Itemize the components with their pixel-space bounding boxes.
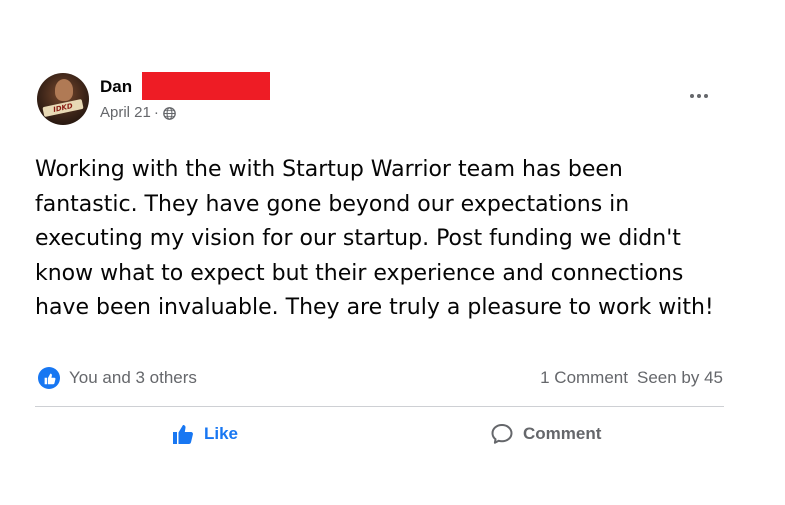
like-label: Like bbox=[204, 424, 239, 443]
avatar-figure bbox=[55, 79, 73, 101]
meta-separator: · bbox=[153, 104, 159, 121]
comment-count-link[interactable]: 1 Comment bbox=[540, 368, 628, 388]
globe-icon[interactable] bbox=[163, 106, 176, 120]
more-options-button[interactable] bbox=[686, 88, 712, 104]
more-dot-icon bbox=[690, 94, 694, 98]
divider bbox=[35, 406, 724, 407]
speech-bubble-icon bbox=[491, 424, 513, 444]
more-dot-icon bbox=[697, 94, 701, 98]
post-card: IDKD Dan April 21 · Working with the wit… bbox=[0, 0, 785, 505]
post-body: Working with the with Startup Warrior te… bbox=[35, 157, 714, 320]
post-date[interactable]: April 21 bbox=[100, 104, 151, 122]
avatar-belt-text: IDKD bbox=[52, 102, 74, 114]
reactions-summary[interactable]: You and 3 others bbox=[38, 367, 197, 389]
more-dot-icon bbox=[704, 94, 708, 98]
seen-by-count[interactable]: Seen by 45 bbox=[637, 368, 723, 388]
comment-label: Comment bbox=[523, 424, 602, 443]
comment-button[interactable]: Comment bbox=[490, 420, 601, 448]
thumbs-up-icon bbox=[173, 425, 193, 444]
post-stats: 1 Comment Seen by 45 bbox=[540, 368, 723, 388]
thumbs-up-icon bbox=[38, 367, 60, 389]
reactions-label: You and 3 others bbox=[69, 368, 197, 387]
like-button[interactable]: Like bbox=[171, 420, 238, 448]
author-name[interactable]: Dan bbox=[100, 77, 132, 97]
avatar[interactable]: IDKD bbox=[37, 73, 89, 125]
avatar-belt: IDKD bbox=[42, 98, 84, 118]
redaction-bar bbox=[142, 72, 270, 100]
post-meta: April 21 · bbox=[100, 104, 176, 122]
